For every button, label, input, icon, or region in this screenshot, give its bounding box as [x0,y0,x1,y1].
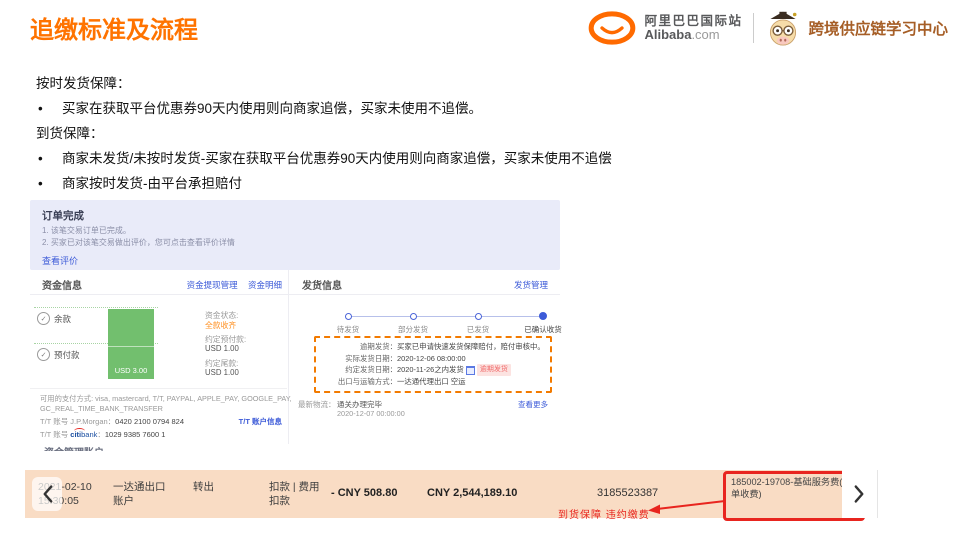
alert-line-agreed-date: 约定发货日期：2020-11-26之内发货逾期发货 [321,364,545,376]
step-dot-pending [345,313,352,320]
alert-line-transport: 出口与运输方式：一达通代理出口 空运 [321,376,545,388]
learning-center-title: 跨境供应链学习中心 [808,17,948,39]
check-circle-icon: ✓ [37,348,50,361]
txn-direction: 转出 [193,480,214,494]
shipping-manage-link[interactable]: 发货管理 [514,280,548,290]
payment-methods-line1: 可用的支付方式: visa, mastercard, T/T, PAYPAL, … [40,394,292,404]
order-status-line1: 1. 该笔交易订单已完成。 [42,225,131,236]
txn-balance: CNY 2,544,189.10 [427,486,517,500]
funds-detail-link[interactable]: 资金明细 [248,280,282,290]
prepay-value: USD 1.00 [205,344,239,353]
bar-total-label: USD 3.00 [108,366,154,375]
calendar-icon [466,366,475,375]
order-status-banner: 订单完成 1. 该笔交易订单已完成。 2. 买家已对该笔交易做出评价，您可点击查… [30,200,560,270]
fund-status-value: 全款收齐 [205,320,236,331]
logistics-time: 2020-12-07 00:00:00 [337,409,405,418]
check-circle-icon: ✓ [37,312,50,325]
step-dot-partial [410,313,417,320]
page-title: 追缴标准及流程 [30,10,198,45]
order-screenshot: 订单完成 1. 该笔交易订单已完成。 2. 买家已对该笔交易做出评价，您可点击查… [30,200,560,452]
bar-divider [108,346,154,347]
overdue-alert-box: 逾期发货：买家已申请快速发货保障赔付，赔付审核中。 实际发货日期：2020-12… [314,336,552,393]
funds-links: 资金提现管理 资金明细 [150,279,282,291]
step-label-partial: 部分发货 [383,324,443,335]
citibank-logo: citibank [70,430,97,439]
annotation-arrow [647,496,727,516]
funds-panel-title: 资金信息 [42,277,82,292]
clipped-next-section: 资金管理账户 [44,444,244,451]
scroll-left-button[interactable] [32,477,62,511]
alert-line-overdue: 逾期发货：买家已申请快速发货保障赔付，赔付审核中。 [321,341,545,353]
tt-account-info-link[interactable]: T/T 账户信息 [202,416,282,427]
balance-value: USD 1.00 [205,368,239,377]
step-dot-confirmed [539,312,547,320]
alert-line-actual-date: 实际发货日期：2020-12-06 08:00:00 [321,353,545,365]
txn-account: 一达通出口账户 [113,480,169,508]
logo-divider [753,13,754,43]
transaction-row: 2021-02-10 15:30:05 一达通出口账户 转出 扣款 | 费用扣款… [25,470,878,518]
logistics-label: 最新物流： [298,399,336,410]
progress-line [350,316,543,317]
funds-withdraw-link[interactable]: 资金提现管理 [187,280,238,290]
shipping-links: 发货管理 [460,279,548,291]
section2-bullet1: •商家未发货/未按时发货-买家在获取平台优惠券90天内使用则向商家追偿，买家未使… [38,147,612,167]
step-dot-shipped [475,313,482,320]
scroll-right-button[interactable] [842,470,878,518]
tt-account-jpmorgan: T/T 账号 J.P.Morgan：0420 2100 0794 824 [40,416,184,427]
txn-amount: - CNY 508.80 [331,486,397,500]
order-status-line2: 2. 买家已对该笔交易做出评价，您可点击查看评价详情 [42,237,235,248]
payment-methods-line2: GC_REAL_TIME_BANK_TRANSFER [40,404,163,413]
section2-heading: 到货保障： [36,122,104,142]
view-review-link[interactable]: 查看评价 [42,254,78,267]
chevron-left-icon [41,484,54,504]
brand-cn-text: 阿里巴巴国际站 [644,14,742,28]
tt-account-citibank: T/T 账号 citibank：1029 9385 7600 1 [40,429,165,440]
panel-header-underline [30,294,560,295]
alibaba-logo-icon [587,9,637,47]
section1-heading: 按时发货保障： [36,72,131,92]
mascot-icon [765,8,801,48]
step-label-shipped: 已发货 [448,324,508,335]
dotted-line [34,307,158,308]
funds-row-prepay: 预付款 [54,349,80,361]
order-status-title: 订单完成 [42,208,84,223]
shipping-panel-title: 发货信息 [302,277,342,292]
slide: 追缴标准及流程 阿里巴巴国际站 Alibaba.com 跨境供应链学习中心 [0,0,960,540]
txn-type: 扣款 | 费用扣款 [269,480,329,508]
funds-separator [30,388,287,389]
panel-divider [288,270,289,444]
section2-bullet2: •商家按时发货-由平台承担赔付 [38,172,242,192]
view-more-link[interactable]: 查看更多 [480,399,548,410]
alibaba-wordmark: 阿里巴巴国际站 Alibaba.com [644,14,742,42]
funds-row-balance: 余款 [54,313,71,325]
overdue-badge: 逾期发货 [477,364,511,376]
annotation-text: 到货保障 违约缴费 [558,506,650,521]
funds-bar-chart: USD 3.00 [108,309,154,379]
chevron-right-icon [853,484,866,504]
brand-en-text: Alibaba.com [644,28,742,42]
step-label-pending: 待发货 [318,324,378,335]
section1-bullet1: •买家在获取平台优惠券90天内使用则向商家追偿，买家未使用不追偿。 [38,97,482,117]
step-label-confirmed: 已确认收货 [513,324,573,335]
header-logo: 阿里巴巴国际站 Alibaba.com 跨境供应链学习中心 [587,8,948,48]
